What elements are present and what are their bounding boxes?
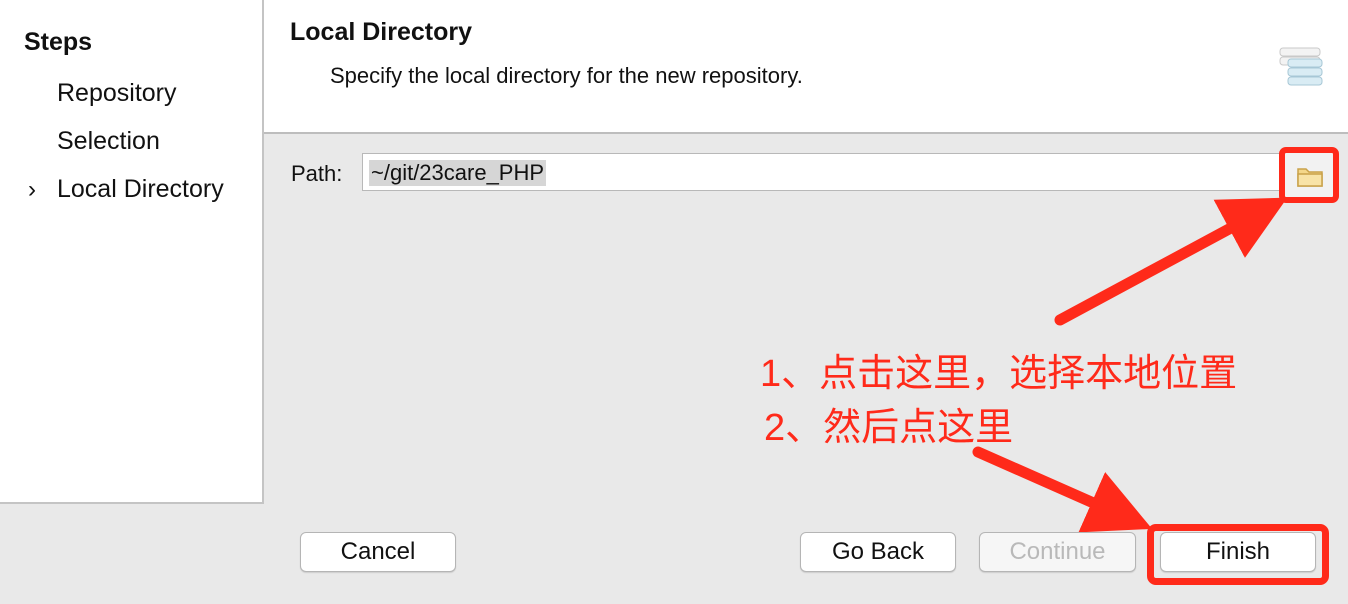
annotation-step-2: 2、然后点这里 — [764, 407, 1014, 449]
finish-highlight-frame — [1147, 524, 1329, 585]
continue-button: Continue — [979, 532, 1136, 572]
go-back-button[interactable]: Go Back — [800, 532, 956, 572]
annotation-arrows — [972, 197, 1288, 533]
cancel-button[interactable]: Cancel — [300, 532, 456, 572]
arrow-to-folder — [1054, 197, 1288, 326]
annotation-step-1: 1、点击这里，选择本地位置 — [760, 353, 1238, 395]
arrow-to-finish — [972, 446, 1153, 533]
